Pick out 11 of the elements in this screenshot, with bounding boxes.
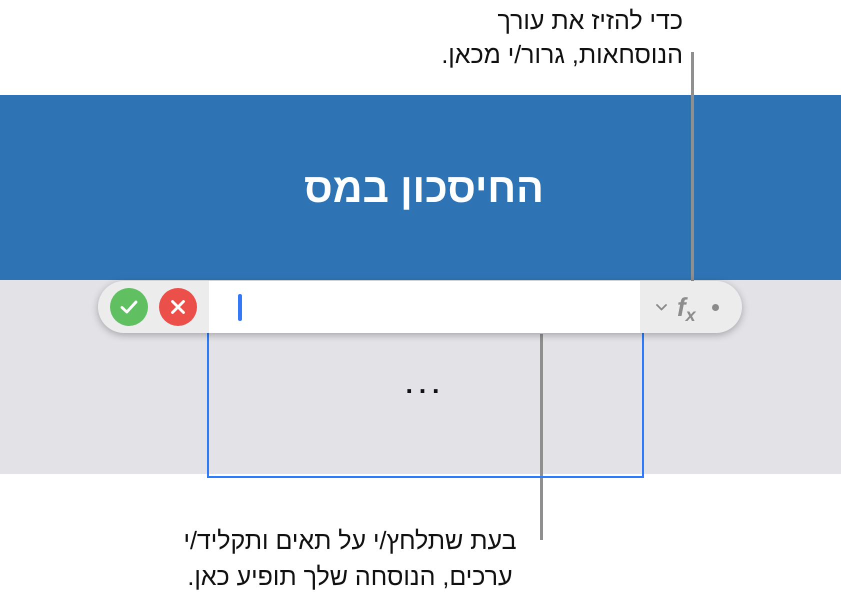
chevron-down-icon[interactable] [656,304,667,310]
drag-handle-icon[interactable] [712,304,719,310]
formula-input[interactable] [209,281,640,333]
callout-text: כדי להזיז את עורך הנוסחאות, גרור/י מכאן. [441,6,683,71]
cancel-button[interactable] [159,288,197,326]
check-icon [120,300,138,314]
function-symbol[interactable]: f$_{x}$ [677,292,696,322]
table-title: החיסכון במס [304,164,544,212]
confirm-button[interactable] [110,288,148,326]
callout-text: בעת שתלחץ/י על תאים ותקליד/י ערכים, הנוסחה שלך תופיע כאן. [182,526,518,593]
cross-icon [171,300,185,314]
